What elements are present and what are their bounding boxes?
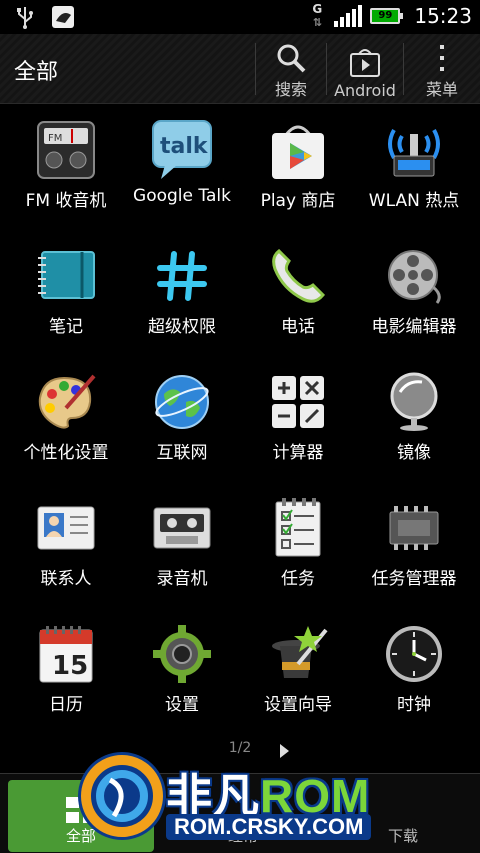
task-manager-icon <box>382 496 446 560</box>
app-label: 时钟 <box>397 695 431 715</box>
calendar-day: 15 <box>52 651 88 681</box>
usb-icon <box>12 4 38 30</box>
watermark-url: ROM.CRSKY.COM <box>166 814 372 840</box>
app-label: 计算器 <box>272 443 324 463</box>
app-setup-wizard[interactable]: 设置向导 <box>238 612 358 737</box>
app-voice-recorder[interactable]: 录音机 <box>122 486 242 611</box>
search-icon <box>276 40 306 76</box>
app-calculator[interactable]: 计算器 <box>238 360 358 485</box>
app-google-talk[interactable]: talk Google Talk <box>122 108 242 233</box>
app-label: 任务管理器 <box>371 569 457 589</box>
app-label: 个性化设置 <box>23 443 109 463</box>
app-label: Google Talk <box>133 186 231 206</box>
app-label: 电影编辑器 <box>371 317 457 337</box>
app-internet[interactable]: 互联网 <box>122 360 242 485</box>
phone-icon <box>266 244 330 308</box>
app-fm-radio[interactable]: FM FM 收音机 <box>6 108 126 233</box>
status-bar: G ⇅ 99 15:23 <box>0 0 480 34</box>
data-network-icon: G ⇅ <box>312 2 323 29</box>
action-bar: 全部 搜索 Android 菜单 <box>0 34 480 104</box>
app-label: 电话 <box>281 317 315 337</box>
battery-level: 99 <box>378 10 393 21</box>
app-label: WLAN 热点 <box>368 191 460 211</box>
app-notebook[interactable]: 笔记 <box>6 234 126 359</box>
app-label: 联系人 <box>40 569 92 589</box>
battery-icon: 99 <box>370 8 404 24</box>
app-personalize[interactable]: 个性化设置 <box>6 360 126 485</box>
signal-icon <box>334 5 363 27</box>
app-label: 互联网 <box>156 443 208 463</box>
superuser-icon <box>150 244 214 308</box>
app-clock[interactable]: 时钟 <box>354 612 474 737</box>
android-market-button[interactable]: Android <box>327 34 403 104</box>
app-movie-editor[interactable]: 电影编辑器 <box>354 234 474 359</box>
app-calendar[interactable]: 15 日历 <box>6 612 126 737</box>
app-label: FM 收音机 <box>25 191 107 211</box>
app-phone[interactable]: 电话 <box>238 234 358 359</box>
svg-text:FM: FM <box>48 133 62 144</box>
app-label: 设置向导 <box>264 695 332 715</box>
calculator-icon <box>266 370 330 434</box>
movie-editor-icon <box>382 244 446 308</box>
search-label: 搜索 <box>274 80 307 99</box>
app-label: 镜像 <box>397 443 431 463</box>
app-contacts[interactable]: 联系人 <box>6 486 126 611</box>
watermark: 非凡ROM ROM.CRSKY.COM <box>70 740 430 850</box>
app-label: 笔记 <box>49 317 83 337</box>
play-store-icon <box>266 118 330 182</box>
watermark-logo-icon <box>78 752 166 840</box>
app-task-manager[interactable]: 任务管理器 <box>354 486 474 611</box>
app-play-store[interactable]: Play 商店 <box>238 108 358 233</box>
app-wlan-hotspot[interactable]: WLAN 热点 <box>354 108 474 233</box>
app-settings[interactable]: 设置 <box>122 612 242 737</box>
app-label: 日历 <box>49 695 83 715</box>
android-label: Android <box>334 81 396 100</box>
svg-text:talk: talk <box>160 134 209 159</box>
page-title: 全部 <box>14 60 59 85</box>
google-talk-icon: talk <box>150 118 214 182</box>
app-label: 设置 <box>165 695 199 715</box>
search-button[interactable]: 搜索 <box>256 34 326 104</box>
mirror-icon <box>382 370 446 434</box>
android-market-icon <box>348 45 382 81</box>
notebook-icon <box>34 244 98 308</box>
calendar-icon: 15 <box>34 622 98 686</box>
app-tasks[interactable]: 任务 <box>238 486 358 611</box>
voice-recorder-icon <box>150 496 214 560</box>
app-mirror[interactable]: 镜像 <box>354 360 474 485</box>
app-label: Play 商店 <box>260 191 336 211</box>
app-label: 任务 <box>281 569 315 589</box>
contacts-icon <box>34 496 98 560</box>
menu-label: 菜单 <box>425 80 458 99</box>
wlan-hotspot-icon <box>382 118 446 182</box>
internet-globe-icon <box>150 370 214 434</box>
fm-radio-icon: FM <box>34 118 98 182</box>
settings-gear-icon <box>150 622 214 686</box>
clock-icon <box>382 622 446 686</box>
overflow-menu-icon <box>437 40 447 76</box>
status-time: 15:23 <box>414 4 472 28</box>
app-label: 超级权限 <box>148 317 216 337</box>
menu-button[interactable]: 菜单 <box>404 34 480 104</box>
notification-app-icon <box>50 4 76 30</box>
app-superuser[interactable]: 超级权限 <box>122 234 242 359</box>
tasks-icon <box>266 496 330 560</box>
setup-wizard-icon <box>266 622 330 686</box>
personalize-icon <box>34 370 98 434</box>
app-label: 录音机 <box>156 569 208 589</box>
